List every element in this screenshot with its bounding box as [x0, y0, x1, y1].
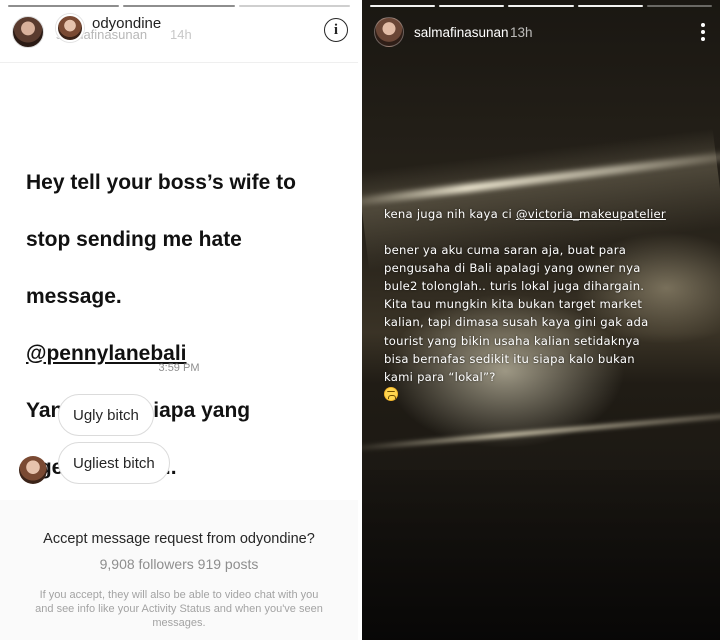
- header-divider: [0, 62, 358, 63]
- caption-body-text: bener ya aku cuma saran aja, buat para p…: [384, 243, 649, 384]
- request-title: Accept message request from odyondine?: [43, 531, 315, 547]
- caption-body: bener ya aku cuma saran aja, buat para p…: [384, 241, 714, 404]
- left-story-panel: salmafinasunan 14h odyondine i Hey tell …: [0, 0, 358, 640]
- weary-face-emoji-icon: [384, 386, 398, 401]
- caption-prefix: kena juga nih kaya ci: [384, 207, 516, 221]
- story-username[interactable]: salmafinasunan: [414, 25, 509, 40]
- dm-avatar[interactable]: [56, 14, 84, 42]
- message-line: stop sending me hate: [26, 227, 242, 251]
- bubble-text: Ugliest bitch: [73, 454, 155, 472]
- info-icon[interactable]: i: [324, 18, 348, 42]
- sender-avatar[interactable]: [19, 456, 47, 484]
- request-stats: 9,908 followers 919 posts: [99, 556, 259, 572]
- story-time: 13h: [510, 25, 533, 40]
- more-vertical-icon[interactable]: [698, 23, 708, 41]
- message-bubble[interactable]: Ugly bitch: [58, 394, 154, 436]
- bubble-text: Ugly bitch: [73, 406, 139, 424]
- request-note: If you accept, they will also be able to…: [35, 589, 323, 629]
- message-line: Hey tell your boss’s wife to: [26, 170, 296, 194]
- story-avatar[interactable]: [12, 16, 44, 48]
- caption-line: kena juga nih kaya ci @victoria_makeupat…: [384, 205, 714, 223]
- right-story-panel[interactable]: salmafinasunan 13h kena juga nih kaya ci…: [362, 0, 720, 640]
- story-caption: kena juga nih kaya ci @victoria_makeupat…: [384, 205, 714, 404]
- background-shadow: [362, 470, 720, 640]
- message-timestamp: 3:59 PM: [158, 362, 200, 374]
- story-time: 14h: [170, 27, 192, 42]
- dm-username[interactable]: odyondine: [92, 15, 161, 32]
- message-bubble[interactable]: Ugliest bitch: [58, 442, 170, 484]
- caption-mention[interactable]: @victoria_makeupatelier: [516, 207, 666, 221]
- story-avatar[interactable]: [374, 17, 404, 47]
- background-shelf-edge: [362, 413, 720, 451]
- story-progress-bar: [370, 5, 713, 8]
- dm-header: salmafinasunan 14h odyondine i: [0, 0, 358, 62]
- message-line: message.: [26, 284, 122, 308]
